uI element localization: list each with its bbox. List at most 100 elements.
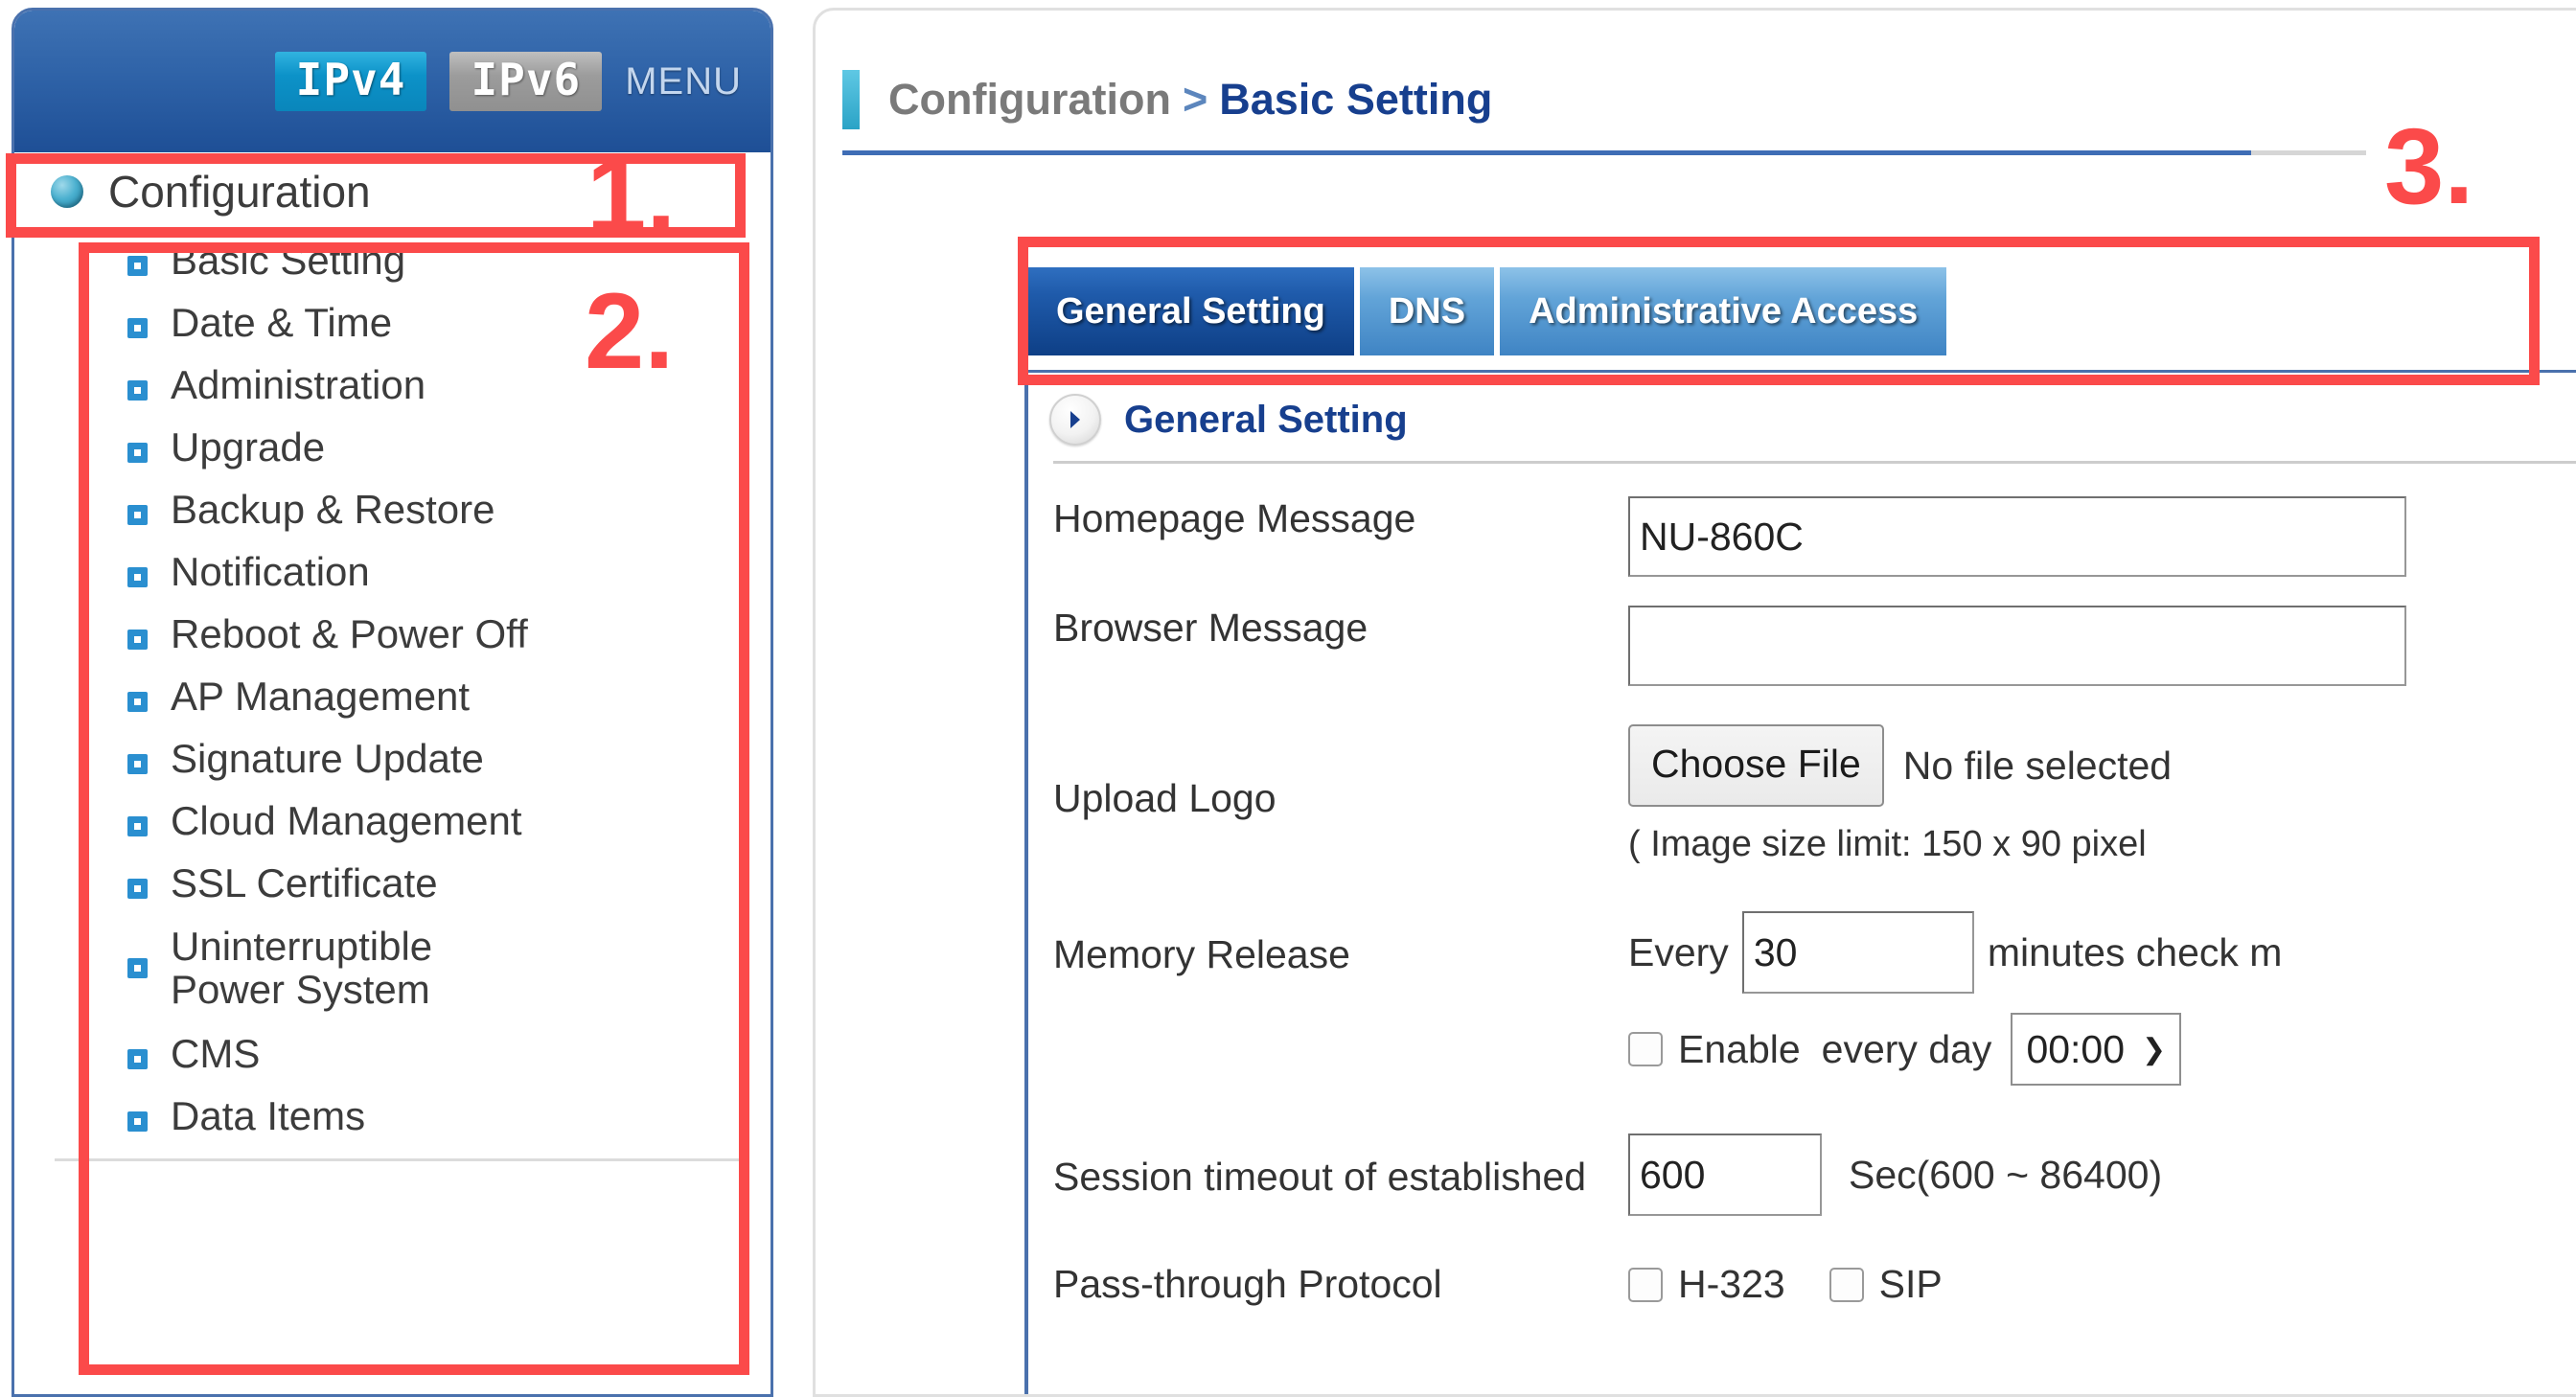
file-picker[interactable]: Choose File No file selected: [1628, 724, 2576, 807]
sidebar-item-ssl-certificate[interactable]: SSL Certificate: [127, 863, 770, 904]
breadcrumb-rule: [842, 150, 2366, 155]
row-browser-message: Browser Message: [1028, 606, 2576, 686]
browser-message-label: Browser Message: [1053, 606, 1368, 650]
sidebar-divider: [55, 1157, 744, 1161]
menu-label[interactable]: MENU: [625, 60, 742, 103]
upload-logo-hint: ( Image size limit: 150 x 90 pixel: [1628, 824, 2147, 864]
breadcrumb-parent[interactable]: Configuration: [888, 75, 1171, 124]
card-separator: [1053, 461, 2576, 464]
sidebar-section-label: Configuration: [108, 167, 371, 217]
sidebar-item-label: Basic Setting: [171, 238, 406, 283]
browser-message-value-cell: [1628, 606, 2576, 686]
upload-logo-value-cell: Choose File No file selected ( Image siz…: [1628, 724, 2576, 865]
sidebar-item-notification[interactable]: Notification: [127, 552, 770, 592]
row-pass-through-protocol: Pass-through Protocol H-323 SIP: [1028, 1262, 2576, 1307]
memory-release-time-select[interactable]: 00:00 ❯: [2011, 1013, 2182, 1086]
tab-bar: General Setting DNS Administrative Acces…: [1024, 267, 1950, 355]
square-bullet-icon: [127, 692, 148, 712]
card-title-row: General Setting: [1028, 373, 2576, 461]
memory-release-value-cell: Every minutes check m Enable every day 0…: [1628, 911, 2576, 1086]
sidebar-item-ap-management[interactable]: AP Management: [127, 676, 770, 717]
memory-release-label: Memory Release: [1053, 932, 1350, 976]
square-bullet-icon: [127, 505, 148, 525]
session-timeout-value-cell: Sec(600 ~ 86400): [1628, 1134, 2576, 1216]
square-bullet-icon: [127, 879, 148, 899]
square-bullet-icon: [127, 318, 148, 338]
sidebar-item-cloud-management[interactable]: Cloud Management: [127, 801, 770, 841]
chevron-down-icon: ❯: [2142, 1033, 2167, 1065]
sidebar-item-uninterruptible-power-system[interactable]: Uninterruptible Power System: [127, 924, 770, 1012]
choose-file-button[interactable]: Choose File: [1628, 724, 1884, 807]
sidebar-item-label: Date & Time: [171, 300, 393, 345]
session-timeout-input[interactable]: [1628, 1134, 1822, 1216]
sidebar-item-label: Reboot & Power Off: [171, 611, 528, 656]
memory-release-enable-checkbox[interactable]: [1628, 1032, 1663, 1066]
square-bullet-icon: [127, 754, 148, 774]
sidebar-item-label: CMS: [171, 1030, 261, 1076]
sidebar-item-signature-update[interactable]: Signature Update: [127, 739, 770, 779]
sidebar-item-label: AP Management: [171, 674, 471, 719]
homepage-message-value-cell: [1628, 496, 2576, 577]
tab-administrative-access[interactable]: Administrative Access: [1497, 267, 1950, 355]
sidebar-item-label: Cloud Management: [171, 798, 522, 843]
homepage-message-input[interactable]: [1628, 496, 2406, 577]
square-bullet-icon: [127, 443, 148, 463]
sidebar-item-label: Upgrade: [171, 424, 326, 469]
browser-message-input[interactable]: [1628, 606, 2406, 686]
square-bullet-icon: [127, 958, 148, 979]
square-bullet-icon: [127, 1048, 148, 1069]
breadcrumb-separator: >: [1182, 75, 1208, 124]
row-homepage-message: Homepage Message: [1028, 496, 2576, 577]
annotation-marker-1: 1.: [586, 135, 677, 255]
memory-release-interval: Every minutes check m: [1628, 911, 2576, 994]
chevron-right-circle-icon[interactable]: [1049, 394, 1101, 446]
sidebar-item-label: SSL Certificate: [171, 860, 438, 905]
memory-release-every-day-label: every day: [1821, 1026, 1992, 1071]
row-upload-logo: Upload Logo Choose File No file selected…: [1028, 724, 2576, 865]
memory-release-time-value: 00:00: [2026, 1026, 2126, 1071]
square-bullet-icon: [127, 567, 148, 587]
pass-through-h323-label: H-323: [1678, 1262, 1785, 1306]
annotation-marker-3: 3.: [2384, 106, 2474, 226]
sidebar-item-label: Data Items: [171, 1092, 366, 1138]
sidebar-item-cms[interactable]: CMS: [127, 1030, 770, 1076]
tab-dns[interactable]: DNS: [1356, 267, 1498, 355]
session-timeout-unit: Sec(600 ~ 86400): [1849, 1152, 2163, 1197]
pass-through-h323-checkbox[interactable]: [1628, 1267, 1663, 1302]
breadcrumb-accent-bar: [842, 70, 860, 129]
pass-through-sip-label: SIP: [1878, 1262, 1943, 1306]
general-setting-card: General Setting Homepage Message Browser…: [1024, 370, 2576, 1394]
sidebar-item-backup-restore[interactable]: Backup & Restore: [127, 490, 770, 530]
homepage-message-label: Homepage Message: [1053, 496, 1416, 540]
square-bullet-icon: [127, 380, 148, 401]
sidebar-item-label: Administration: [171, 362, 426, 407]
upload-logo-label: Upload Logo: [1053, 776, 1276, 820]
sidebar-item-label: Signature Update: [171, 736, 484, 781]
session-timeout-label: Session timeout of established: [1053, 1155, 1587, 1199]
tab-general-setting[interactable]: General Setting: [1024, 267, 1357, 355]
ipv4-toggle-button[interactable]: IPv4: [274, 52, 427, 111]
app-root: IPv4 IPv6 MENU Configuration Basic Setti…: [0, 0, 2576, 1397]
memory-release-enable-label: Enable: [1678, 1026, 1801, 1071]
globe-orb-icon: [51, 175, 83, 208]
sidebar-item-label: Backup & Restore: [171, 487, 495, 532]
breadcrumb-text: Configuration > Basic Setting: [888, 75, 1492, 125]
sidebar-item-upgrade[interactable]: Upgrade: [127, 427, 770, 468]
sidebar-item-data-items[interactable]: Data Items: [127, 1092, 770, 1138]
pass-through-label: Pass-through Protocol: [1053, 1262, 1442, 1306]
memory-release-schedule: Enable every day 00:00 ❯: [1628, 1013, 2576, 1086]
memory-release-minutes-input[interactable]: [1741, 911, 1974, 994]
sidebar-item-label: Notification: [171, 549, 370, 594]
file-status-text: No file selected: [1902, 743, 2173, 788]
card-title: General Setting: [1124, 398, 1408, 441]
square-bullet-icon: [127, 1111, 148, 1132]
sidebar-item-label: Uninterruptible Power System: [171, 924, 433, 1012]
sidebar-item-reboot-power-off[interactable]: Reboot & Power Off: [127, 614, 770, 654]
pass-through-sip-checkbox[interactable]: [1828, 1267, 1864, 1302]
ipv6-toggle-button[interactable]: IPv6: [449, 52, 603, 111]
main-panel: Configuration > Basic Setting General Sett…: [813, 8, 2576, 1397]
row-memory-release: Memory Release Every minutes check m Ena…: [1028, 911, 2576, 1086]
every-prefix-label: Every: [1628, 929, 1729, 974]
square-bullet-icon: [127, 256, 148, 276]
row-session-timeout: Session timeout of established Sec(600 ~…: [1028, 1134, 2576, 1216]
